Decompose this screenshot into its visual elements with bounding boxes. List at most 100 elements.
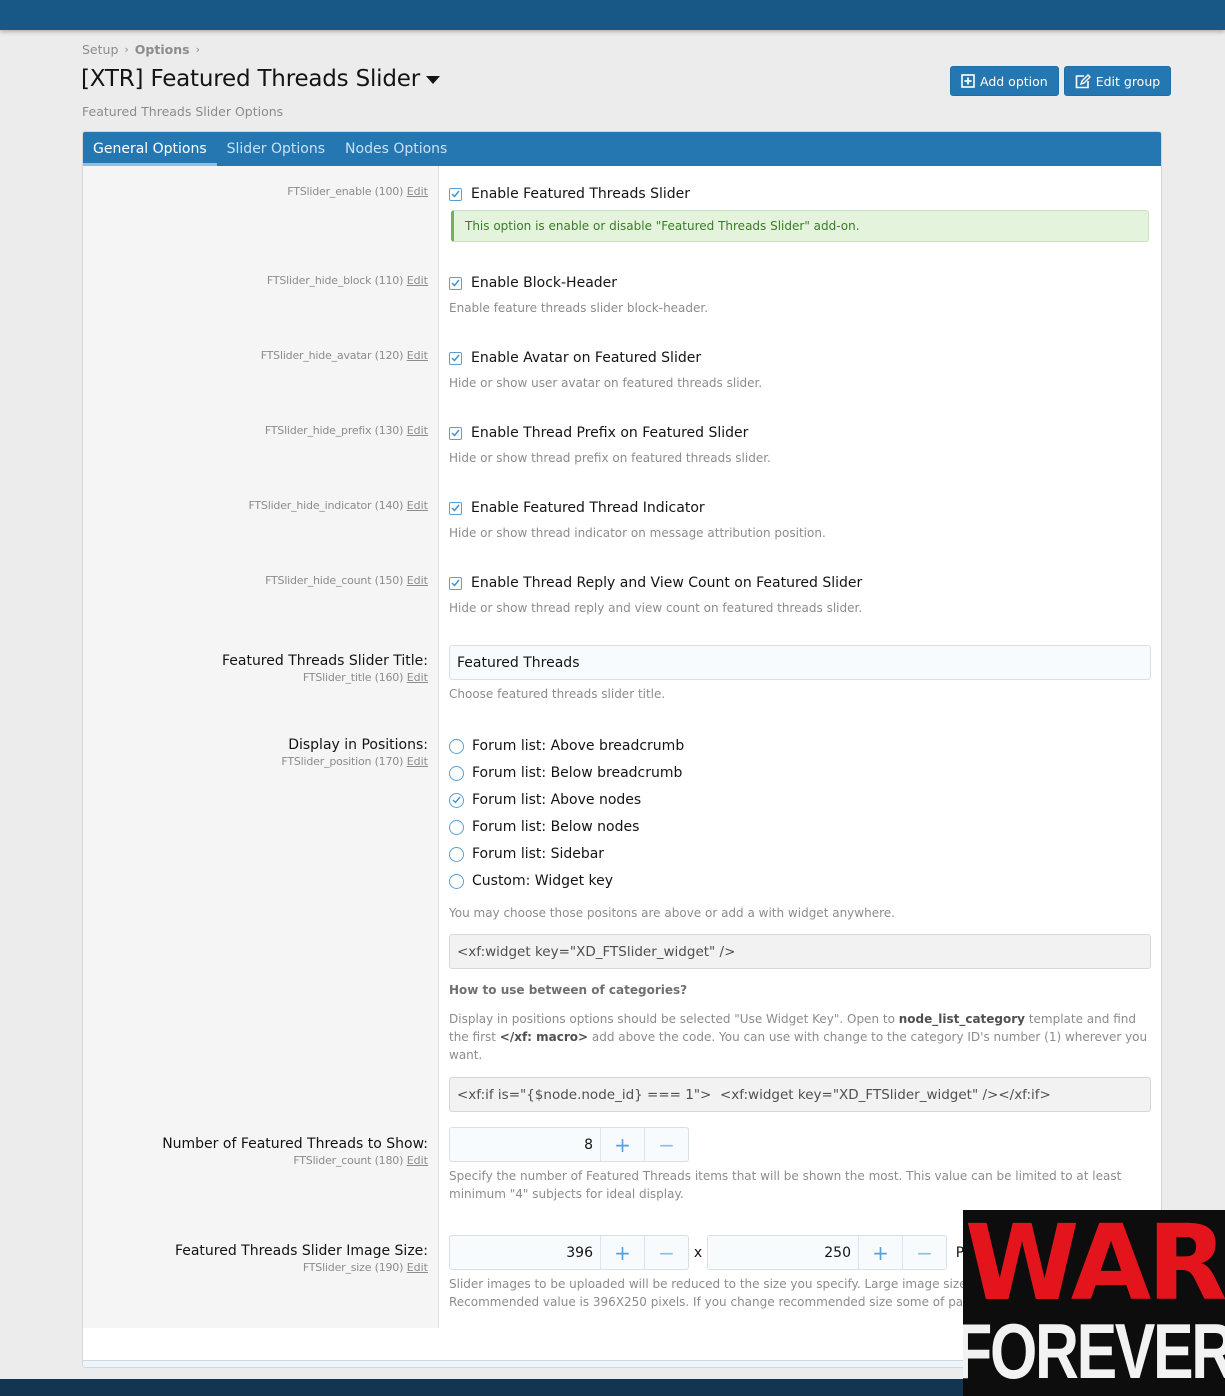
option-label: Featured Threads Slider Image Size: [174, 1243, 428, 1259]
option-control: Featured Threads Choose featured threads… [449, 645, 1151, 703]
war-forever-watermark: WAR FOREVER [963, 1210, 1225, 1396]
decrement-button[interactable]: − [644, 1128, 688, 1161]
option-key: FTSlider_enable (100) [287, 185, 404, 198]
plus-square-icon [961, 74, 975, 88]
edit-link[interactable]: Edit [407, 671, 428, 684]
option-explain: You may choose those positons are above … [449, 906, 895, 920]
edit-link[interactable]: Edit [407, 574, 428, 587]
radio-above-nodes[interactable]: Forum list: Above nodes [449, 790, 1151, 810]
checkbox-label: Enable Thread Prefix on Featured Slider [471, 425, 749, 441]
count-input[interactable]: 8 [450, 1128, 600, 1161]
options-panel: General Options Slider Options Nodes Opt… [82, 131, 1162, 1368]
add-option-button[interactable]: Add option [950, 66, 1059, 96]
howto-explain: Display in positions options should be s… [449, 1010, 1151, 1064]
radio-label: Forum list: Below nodes [472, 819, 640, 835]
radio-below-breadcrumb[interactable]: Forum list: Below breadcrumb [449, 763, 1151, 783]
option-key: FTSlider_hide_prefix (130) [264, 424, 404, 437]
option-key: FTSlider_hide_indicator (140) [248, 499, 404, 512]
caret-down-icon[interactable] [425, 76, 440, 84]
option-explain: Choose featured threads slider title. [449, 687, 666, 701]
checkmark-icon [451, 429, 460, 437]
option-meta: Featured Threads Slider Image Size: FTSl… [83, 1242, 428, 1276]
option-label: Featured Threads Slider Title: [221, 653, 428, 669]
radio-label: Forum list: Above breadcrumb [472, 738, 685, 754]
checkmark-icon [451, 579, 460, 587]
checkmark-icon [451, 190, 460, 198]
tab-bar: General Options Slider Options Nodes Opt… [83, 132, 1161, 166]
edit-link[interactable]: Edit [407, 755, 428, 768]
edit-link[interactable]: Edit [407, 499, 428, 512]
option-key: FTSlider_size (190) [302, 1261, 404, 1274]
edit-link[interactable]: Edit [407, 185, 428, 198]
radio-label: Forum list: Sidebar [472, 846, 605, 862]
checkbox-block-header[interactable] [449, 276, 462, 290]
radio-checked-icon [449, 792, 464, 808]
edit-link[interactable]: Edit [407, 274, 428, 287]
radio-label: Custom: Widget key [472, 873, 614, 889]
edit-link[interactable]: Edit [407, 349, 428, 362]
edit-link[interactable]: Edit [407, 1154, 428, 1167]
chevron-right-icon: › [195, 43, 200, 56]
option-control: Enable Avatar on Featured Slider Hide or… [449, 348, 1151, 392]
edit-link[interactable]: Edit [407, 424, 428, 437]
radio-label: Forum list: Above nodes [472, 792, 642, 808]
increment-button[interactable]: + [600, 1236, 644, 1269]
breadcrumb: Setup › Options › [82, 42, 200, 57]
checkbox-thread-indicator[interactable] [449, 501, 462, 515]
checkbox-enable-slider[interactable] [449, 187, 462, 201]
breadcrumb-setup[interactable]: Setup [82, 42, 118, 57]
option-control: Enable Thread Prefix on Featured Slider … [449, 423, 1151, 467]
breadcrumb-options[interactable]: Options [135, 42, 190, 57]
howto-text: Display in positions options should be s… [449, 1012, 899, 1026]
radio-sidebar[interactable]: Forum list: Sidebar [449, 844, 1151, 864]
option-meta: Display in Positions: FTSlider_position … [83, 736, 428, 770]
width-stepper: 396 + − [449, 1235, 689, 1270]
edit-group-button[interactable]: Edit group [1063, 66, 1172, 96]
height-input[interactable]: 250 [708, 1236, 858, 1269]
slider-title-input[interactable]: Featured Threads [449, 645, 1151, 680]
checkmark-icon [451, 354, 460, 362]
tab-slider-options[interactable]: Slider Options [217, 132, 335, 166]
watermark-line-2: FOREVER [963, 1307, 1225, 1395]
option-control: Enable Thread Reply and View Count on Fe… [449, 573, 1151, 617]
radio-above-breadcrumb[interactable]: Forum list: Above breadcrumb [449, 736, 1151, 756]
radio-widget-key[interactable]: Custom: Widget key [449, 871, 1151, 891]
widget-code-box[interactable]: <xf:widget key="XD_FTSlider_widget" /> [449, 934, 1151, 969]
increment-button[interactable]: + [600, 1128, 644, 1161]
option-key: FTSlider_position (170) [281, 755, 404, 768]
tab-general-options[interactable]: General Options [83, 132, 217, 166]
count-stepper: 8 + − [449, 1127, 689, 1162]
checkbox-avatar[interactable] [449, 351, 462, 365]
add-option-label: Add option [980, 73, 1048, 89]
checkbox-reply-view-count[interactable] [449, 576, 462, 590]
decrement-button[interactable]: − [644, 1236, 688, 1269]
option-explain: Enable feature threads slider block-head… [449, 301, 709, 315]
save-button[interactable]: Save [449, 1367, 569, 1368]
category-code-box[interactable]: <xf:if is="{$node.node_id} === 1"> <xf:w… [449, 1077, 1151, 1112]
template-name: node_list_category [898, 1012, 1025, 1026]
watermark-line-1: WAR [964, 1210, 1225, 1324]
radio-circle-icon [449, 738, 464, 754]
macro-tag: </xf: macro> [499, 1030, 589, 1044]
option-explain: Hide or show user avatar on featured thr… [449, 376, 763, 390]
option-key: FTSlider_hide_avatar (120) [260, 349, 404, 362]
checkbox-label: Enable Thread Reply and View Count on Fe… [471, 575, 863, 591]
form-body: FTSlider_enable (100) Edit Enable Featur… [83, 166, 1161, 1367]
page-title[interactable]: [XTR] Featured Threads Slider [81, 66, 440, 92]
option-control: Enable Block-Header Enable feature threa… [449, 273, 1151, 317]
tab-nodes-options[interactable]: Nodes Options [335, 132, 457, 166]
width-input[interactable]: 396 [450, 1236, 600, 1269]
option-meta: Number of Featured Threads to Show: FTSl… [83, 1135, 428, 1169]
edit-link[interactable]: Edit [407, 1261, 428, 1274]
page-description: Featured Threads Slider Options [82, 104, 284, 119]
radio-below-nodes[interactable]: Forum list: Below nodes [449, 817, 1151, 837]
increment-button[interactable]: + [858, 1236, 902, 1269]
checkbox-thread-prefix[interactable] [449, 426, 462, 440]
checkmark-icon [451, 279, 460, 287]
page-title-text: [XTR] Featured Threads Slider [81, 66, 420, 92]
header-actions: Add option Edit group [950, 66, 1172, 96]
option-meta: FTSlider_hide_count (150) Edit [83, 573, 428, 589]
option-meta: FTSlider_hide_prefix (130) Edit [83, 423, 428, 439]
decrement-button[interactable]: − [902, 1236, 946, 1269]
checkbox-label: Enable Featured Threads Slider [471, 186, 690, 202]
